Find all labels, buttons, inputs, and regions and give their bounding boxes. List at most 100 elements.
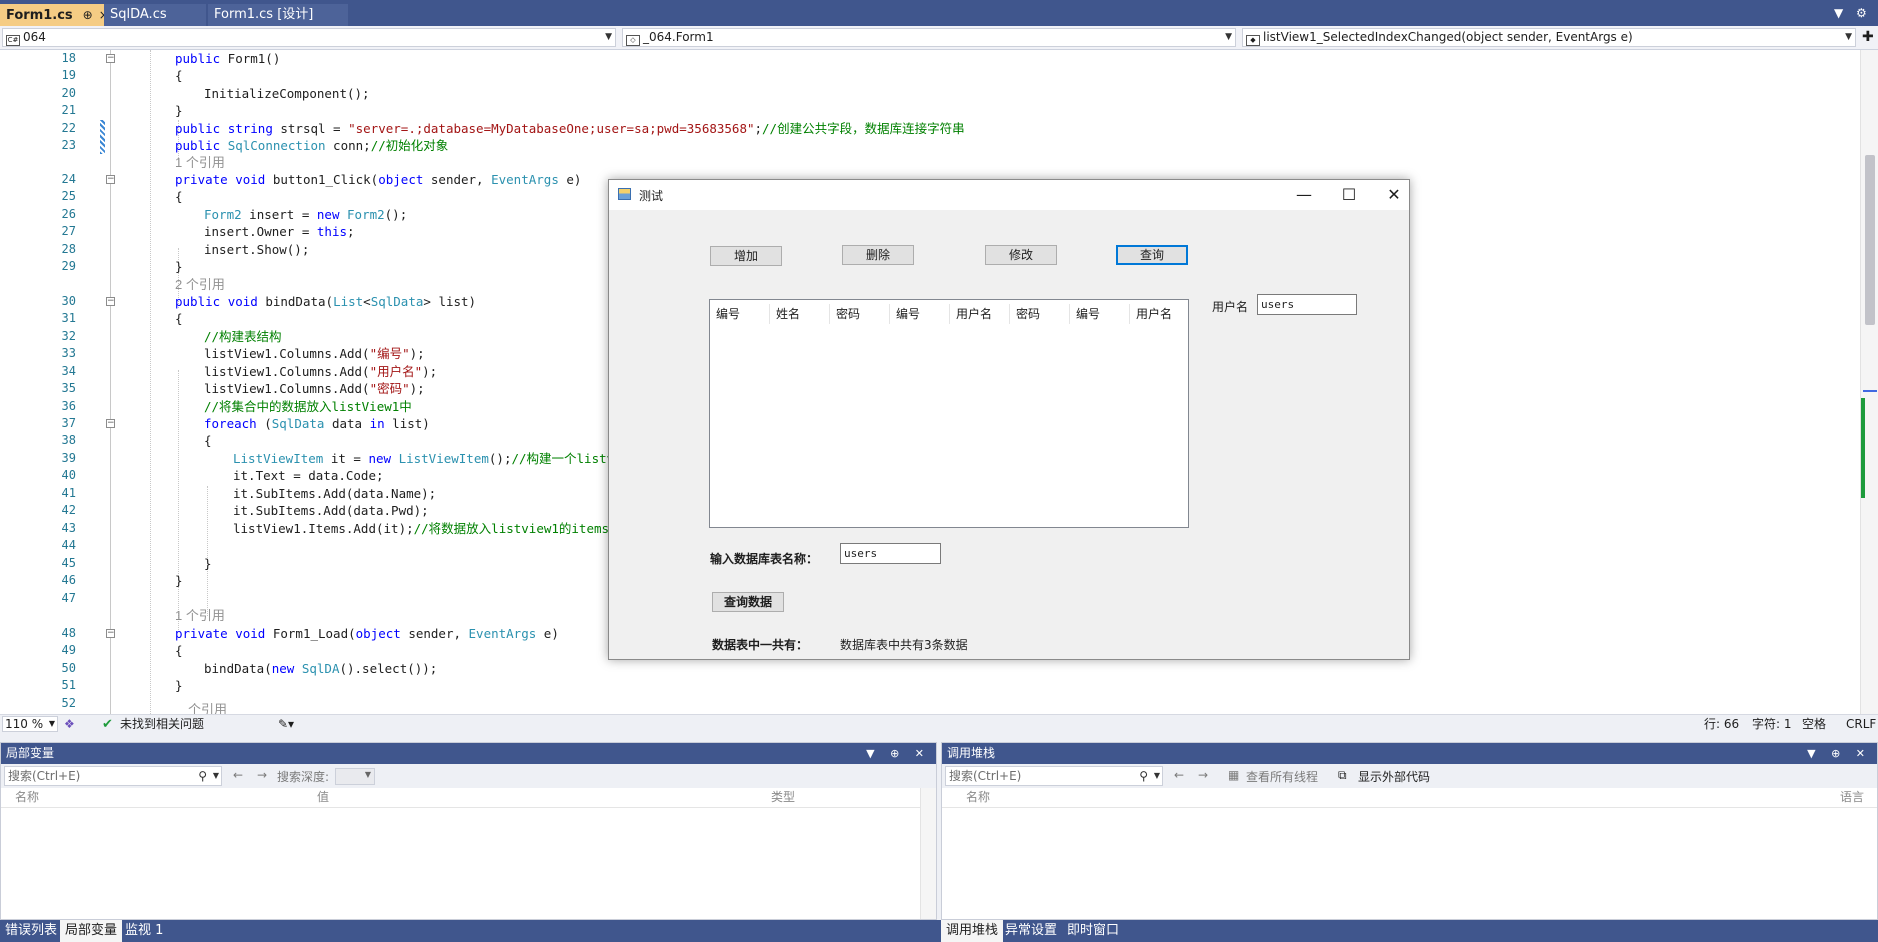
column-separator xyxy=(1009,304,1010,324)
tab-immediate-window[interactable]: 即时窗口 xyxy=(1062,920,1124,942)
callstack-column-header: 名称 语言 xyxy=(942,788,1877,808)
zoom-combo[interactable]: 110 % ▼ xyxy=(2,716,58,732)
issues-status[interactable]: 未找到相关问题 xyxy=(120,715,204,734)
back-arrow-icon[interactable]: ← xyxy=(233,768,243,782)
maximize-icon[interactable]: ☐ xyxy=(1329,183,1369,207)
settings-gear-icon[interactable]: ⚙ xyxy=(1856,6,1867,20)
list-column-header[interactable]: 编号 xyxy=(1076,305,1100,322)
column-language[interactable]: 语言 xyxy=(1840,788,1864,807)
tab-exception-settings[interactable]: 异常设置 xyxy=(1000,920,1062,942)
tab-sqlda-cs[interactable]: SqlDA.cs xyxy=(104,4,206,26)
edit-button[interactable]: 修改 xyxy=(985,245,1057,265)
collapse-icon[interactable]: − xyxy=(106,54,115,63)
search-depth-combo[interactable]: ▼ xyxy=(335,768,375,785)
tab-list-dropdown-icon[interactable]: ▼ xyxy=(1834,6,1843,20)
tab-error-list[interactable]: 错误列表 xyxy=(0,920,62,942)
project-combo[interactable]: C# 064 ▼ xyxy=(2,28,616,47)
form-title-bar[interactable]: 测试 — ☐ ✕ xyxy=(609,180,1409,210)
show-all-threads-button[interactable]: 查看所有线程 xyxy=(1246,768,1318,785)
chevron-down-icon: ▼ xyxy=(1845,32,1852,42)
form-title: 测试 xyxy=(639,189,664,203)
collapse-icon[interactable]: − xyxy=(106,175,115,184)
line-number: 22 xyxy=(61,121,76,135)
column-separator xyxy=(889,304,890,324)
code-text: public string strsql = "server=.;databas… xyxy=(175,121,965,136)
list-column-header[interactable]: 用户名 xyxy=(1136,305,1172,322)
add-button[interactable]: 增加 xyxy=(710,246,782,266)
code-text: foreach (SqlData data in list) xyxy=(204,416,430,431)
collapse-icon[interactable]: − xyxy=(106,419,115,428)
copilot-icon[interactable]: ❖ xyxy=(64,715,75,734)
back-arrow-icon[interactable]: ← xyxy=(1174,768,1184,782)
chevron-down-icon[interactable]: ▼ xyxy=(213,767,219,785)
chevron-down-icon[interactable]: ▼ xyxy=(1154,767,1160,785)
code-text: } xyxy=(175,678,183,693)
editor-vertical-scrollbar[interactable] xyxy=(1860,50,1878,714)
line-number: 25 xyxy=(61,189,76,203)
line-number: 44 xyxy=(61,538,76,552)
reference-count[interactable]: 1 个引用 xyxy=(175,154,225,171)
column-type[interactable]: 类型 xyxy=(771,788,795,807)
column-name[interactable]: 名称 xyxy=(15,788,39,807)
panel-window-buttons[interactable]: ▼ ⊕ ✕ xyxy=(866,743,930,764)
pin-icon[interactable]: ⊕ xyxy=(83,8,93,22)
reference-count[interactable]: 2 个引用 xyxy=(175,276,225,293)
split-editor-icon[interactable]: ✚ xyxy=(1862,29,1874,45)
line-number: 40 xyxy=(61,468,76,482)
query-data-button[interactable]: 查询数据 xyxy=(712,592,784,612)
chevron-down-icon: ▼ xyxy=(364,770,371,779)
line-ending-indicator[interactable]: CRLF xyxy=(1846,715,1876,734)
collapse-icon[interactable]: − xyxy=(106,629,115,638)
delete-button[interactable]: 删除 xyxy=(842,245,914,265)
code-line: 51} xyxy=(0,677,1860,694)
zoom-value: 110 % xyxy=(5,717,44,731)
close-icon[interactable]: ✕ xyxy=(1374,183,1414,207)
query-button[interactable]: 查询 xyxy=(1116,245,1188,265)
locals-scrollbar[interactable] xyxy=(920,788,936,919)
tab-call-stack[interactable]: 调用堆栈 xyxy=(941,920,1004,942)
username-input[interactable]: users xyxy=(1257,294,1357,315)
csharp-project-icon: C# xyxy=(6,35,20,46)
table-name-input[interactable]: users xyxy=(840,543,941,564)
code-cleanup-icon[interactable]: ✎▾ xyxy=(278,715,294,734)
panel-window-buttons[interactable]: ▼ ⊕ ✕ xyxy=(1807,743,1871,764)
column-separator xyxy=(769,304,770,324)
list-column-header[interactable]: 编号 xyxy=(896,305,920,322)
column-name[interactable]: 名称 xyxy=(966,788,990,807)
line-number: 35 xyxy=(61,381,76,395)
callstack-search-input[interactable]: 搜索(Ctrl+E) ⚲ ▼ xyxy=(945,766,1163,786)
show-external-code-button[interactable]: 显示外部代码 xyxy=(1358,768,1430,785)
minimize-icon[interactable]: — xyxy=(1284,183,1324,207)
line-number: 20 xyxy=(61,86,76,100)
line-number: 29 xyxy=(61,259,76,273)
tab-watch-1[interactable]: 监视 1 xyxy=(120,920,168,942)
class-combo[interactable]: ◇ _064.Form1 ▼ xyxy=(622,28,1236,47)
tab-locals[interactable]: 局部变量 xyxy=(60,920,123,942)
search-icon[interactable]: ⚲ xyxy=(198,767,207,785)
column-indicator[interactable]: 字符: 1 xyxy=(1752,715,1792,734)
row-indicator[interactable]: 行: 66 xyxy=(1704,715,1739,734)
list-column-header[interactable]: 密码 xyxy=(1016,305,1040,322)
list-column-header[interactable]: 姓名 xyxy=(776,305,800,322)
search-icon[interactable]: ⚲ xyxy=(1139,767,1148,785)
reference-count[interactable]: 个引用 xyxy=(188,701,227,714)
collapse-icon[interactable]: − xyxy=(106,297,115,306)
line-number: 49 xyxy=(61,643,76,657)
whitespace-indicator[interactable]: 空格 xyxy=(1802,715,1826,734)
member-combo[interactable]: ◆ listView1_SelectedIndexChanged(object s… xyxy=(1242,28,1856,47)
code-text: ListViewItem it = new ListViewItem();//构… xyxy=(233,451,622,466)
locals-search-input[interactable]: 搜索(Ctrl+E) ⚲ ▼ xyxy=(4,766,222,786)
list-view[interactable]: 编号 姓名 密码 编号 用户名 密码 编号 用户名 xyxy=(709,299,1189,528)
test-form-window[interactable]: 测试 — ☐ ✕ 增加 删除 修改 查询 编号 姓名 密码 编号 用户名 密码 … xyxy=(608,179,1410,660)
locals-toolbar: 搜索(Ctrl+E) ⚲ ▼ ← → 搜索深度: ▼ xyxy=(1,764,936,788)
tab-form1-cs[interactable]: Form1.cs⊕× xyxy=(0,4,115,26)
list-column-header[interactable]: 密码 xyxy=(836,305,860,322)
list-column-header[interactable]: 用户名 xyxy=(956,305,992,322)
forward-arrow-icon[interactable]: → xyxy=(257,768,267,782)
reference-count[interactable]: 1 个引用 xyxy=(175,607,225,624)
scrollbar-thumb[interactable] xyxy=(1865,155,1875,325)
forward-arrow-icon[interactable]: → xyxy=(1198,768,1208,782)
list-column-header[interactable]: 编号 xyxy=(716,305,740,322)
tab-form1-designer[interactable]: Form1.cs [设计] xyxy=(208,4,348,26)
column-value[interactable]: 值 xyxy=(317,788,329,807)
